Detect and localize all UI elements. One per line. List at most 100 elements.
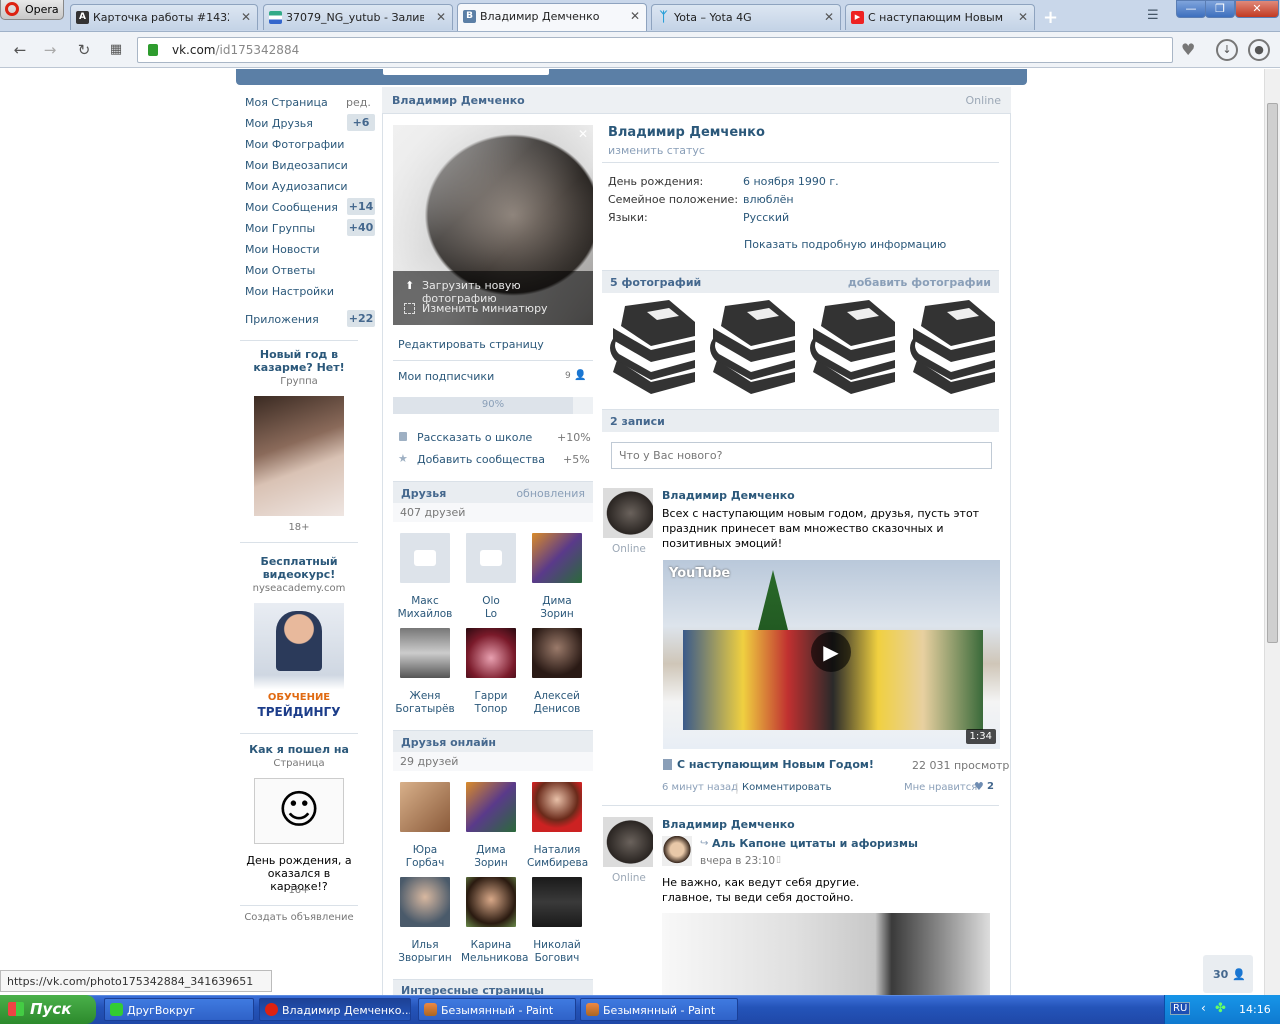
post-author-avatar[interactable]	[603, 488, 653, 538]
close-window-button[interactable]: ✕	[1235, 0, 1279, 18]
online-counter-widget[interactable]: 30 👤	[1203, 955, 1253, 993]
forward-arrow-icon[interactable]: →	[40, 40, 60, 60]
new-tab-plus-icon[interactable]: +	[1043, 7, 1058, 28]
opera-menu-button[interactable]: Opera	[0, 0, 64, 20]
browser-tab[interactable]: AКарточка работы #1432804✕	[70, 4, 258, 30]
ad-image[interactable]	[254, 396, 344, 516]
friend-card[interactable]: Olo Lo	[461, 533, 521, 621]
add-photos-link[interactable]: добавить фотографии	[848, 276, 991, 289]
friend-card[interactable]: Женя Богатырёв	[395, 628, 455, 716]
minimize-button[interactable]: —	[1176, 0, 1206, 18]
profile-icon[interactable]: ●	[1248, 39, 1270, 61]
ad-title[interactable]: Новый год в казарме? Нет!	[240, 348, 358, 374]
post-time[interactable]: 6 минут назад	[662, 782, 738, 793]
like-link[interactable]: Мне нравится	[904, 782, 977, 793]
repost-source-name[interactable]: Аль Капоне цитаты и афоризмы	[712, 837, 918, 850]
heart-icon[interactable]: ♥	[974, 780, 984, 793]
menu-my-messages[interactable]: Мои Сообщения	[245, 201, 338, 214]
tab-menu-icon[interactable]: ☰	[1147, 8, 1159, 23]
menu-my-audio[interactable]: Мои Аудиозаписи	[245, 180, 348, 193]
profile-photo[interactable]: ✕ ⬆ Загрузить новую фотографию Изменить …	[393, 125, 593, 325]
speed-dial-grid-icon[interactable]: ▦	[106, 40, 126, 60]
wall-posts-count[interactable]: 2 записи	[610, 415, 665, 428]
field-value[interactable]: влюблён	[743, 193, 794, 206]
photos-count-title[interactable]: 5 фотографий	[610, 276, 701, 289]
task-add-communities[interactable]: Добавить сообщества	[417, 453, 545, 466]
friend-card[interactable]: Дима Зорин	[527, 533, 587, 621]
menu-my-settings[interactable]: Мои Настройки	[245, 285, 334, 298]
ad-title[interactable]: Бесплатный видеокурс!	[240, 555, 358, 581]
apps-badge[interactable]: +22	[347, 310, 375, 327]
menu-my-videos[interactable]: Мои Видеозаписи	[245, 159, 348, 172]
friend-card[interactable]: Макс Михайлов	[395, 533, 455, 621]
close-icon[interactable]: ✕	[578, 127, 588, 141]
video-title-link[interactable]: С наступающим Новым Годом!	[677, 758, 874, 771]
field-value[interactable]: 6 ноября 1990 г.	[743, 175, 839, 188]
task-tell-about-school[interactable]: Рассказать о школе	[417, 431, 532, 444]
language-indicator[interactable]: RU	[1170, 1002, 1191, 1015]
friend-card[interactable]: Дима Зорин	[461, 782, 521, 870]
menu-my-news[interactable]: Мои Новости	[245, 243, 320, 256]
post-author-name[interactable]: Владимир Демченко	[662, 489, 795, 502]
ad-title[interactable]: Как я пошел на	[240, 743, 358, 756]
menu-my-friends[interactable]: Мои Друзья	[245, 117, 313, 130]
close-tab-icon[interactable]: ✕	[630, 9, 640, 23]
groups-badge[interactable]: +40	[347, 219, 375, 236]
friend-card[interactable]: Николай Богович	[527, 877, 587, 965]
menu-my-answers[interactable]: Мои Ответы	[245, 264, 315, 277]
post-author-avatar[interactable]	[603, 817, 653, 867]
close-tab-icon[interactable]: ✕	[241, 10, 251, 24]
menu-my-page[interactable]: Моя Страница	[245, 96, 328, 109]
browser-tab-active[interactable]: B Владимир Демченко ✕	[457, 3, 647, 31]
close-tab-icon[interactable]: ✕	[824, 10, 834, 24]
friend-card[interactable]: Илья Зворыгин	[395, 877, 455, 965]
book-photo-icon[interactable]	[707, 298, 797, 396]
browser-tab[interactable]: 37079_NG_yutub - Заливка ✕	[263, 4, 453, 30]
change-status-link[interactable]: изменить статус	[608, 144, 705, 157]
video-player[interactable]: YouTube ▶ 1:34	[663, 560, 1000, 749]
subscribers-link[interactable]: Мои подписчики	[398, 370, 494, 383]
taskbar-item[interactable]: ДругВокруг	[104, 998, 254, 1021]
comment-link[interactable]: Комментировать	[742, 782, 832, 793]
friend-card[interactable]: Наталия Симбирева	[527, 782, 588, 870]
menu-my-photos[interactable]: Мои Фотографии	[245, 138, 344, 151]
friend-card[interactable]: Алексей Денисов	[527, 628, 587, 716]
show-more-info-link[interactable]: Показать подробную информацию	[744, 238, 946, 251]
post-author-name[interactable]: Владимир Демченко	[662, 818, 795, 831]
close-tab-icon[interactable]: ✕	[1018, 10, 1028, 24]
play-icon[interactable]: ▶	[811, 632, 851, 672]
scrollbar-thumb[interactable]	[1267, 103, 1278, 643]
close-tab-icon[interactable]: ✕	[436, 10, 446, 24]
friends-online-title[interactable]: Друзья онлайн	[401, 736, 496, 749]
repost-time[interactable]: вчера в 23:10	[700, 855, 775, 867]
friends-updates-link[interactable]: обновления	[516, 487, 585, 500]
address-bar[interactable]: vk.com/id175342884	[137, 37, 1173, 63]
back-arrow-icon[interactable]: ←	[10, 40, 30, 60]
reload-icon[interactable]: ↻	[74, 40, 94, 60]
vk-search-input[interactable]	[383, 69, 549, 75]
friends-title[interactable]: Друзья	[401, 487, 446, 500]
download-icon[interactable]: ↓	[1216, 39, 1238, 61]
friend-card[interactable]: Гарри Топор	[461, 628, 521, 716]
menu-apps[interactable]: Приложения	[245, 313, 319, 326]
bookmark-heart-icon[interactable]: ♥	[1181, 40, 1195, 59]
post-image[interactable]	[662, 913, 990, 995]
field-value[interactable]: Русский	[743, 211, 789, 224]
start-button[interactable]: Пуск	[0, 995, 96, 1024]
edit-page-link[interactable]: Редактировать страницу	[398, 338, 544, 351]
taskbar-item[interactable]: Безымянный - Paint	[418, 998, 576, 1021]
friend-card[interactable]: Юра Горбач	[395, 782, 455, 870]
ad-image[interactable]: ОБУЧЕНИЕ ТРЕЙДИНГУ	[254, 603, 344, 723]
browser-tab[interactable]: ▶С наступающим Новым Годом✕	[845, 4, 1035, 30]
messages-badge[interactable]: +14	[347, 198, 375, 215]
book-photo-icon[interactable]	[607, 298, 697, 396]
book-photo-icon[interactable]	[907, 298, 997, 396]
create-ad-link[interactable]: Создать объявление	[240, 912, 358, 923]
page-scrollbar[interactable]	[1264, 69, 1280, 995]
book-photo-icon[interactable]	[807, 298, 897, 396]
taskbar-item-active[interactable]: Владимир Демченко...	[259, 998, 411, 1021]
menu-my-groups[interactable]: Мои Группы	[245, 222, 315, 235]
change-thumbnail-link[interactable]: Изменить миниатюру	[422, 302, 548, 315]
wall-post-input[interactable]: Что у Вас нового?	[611, 442, 992, 469]
taskbar-item[interactable]: Безымянный - Paint	[580, 998, 738, 1021]
